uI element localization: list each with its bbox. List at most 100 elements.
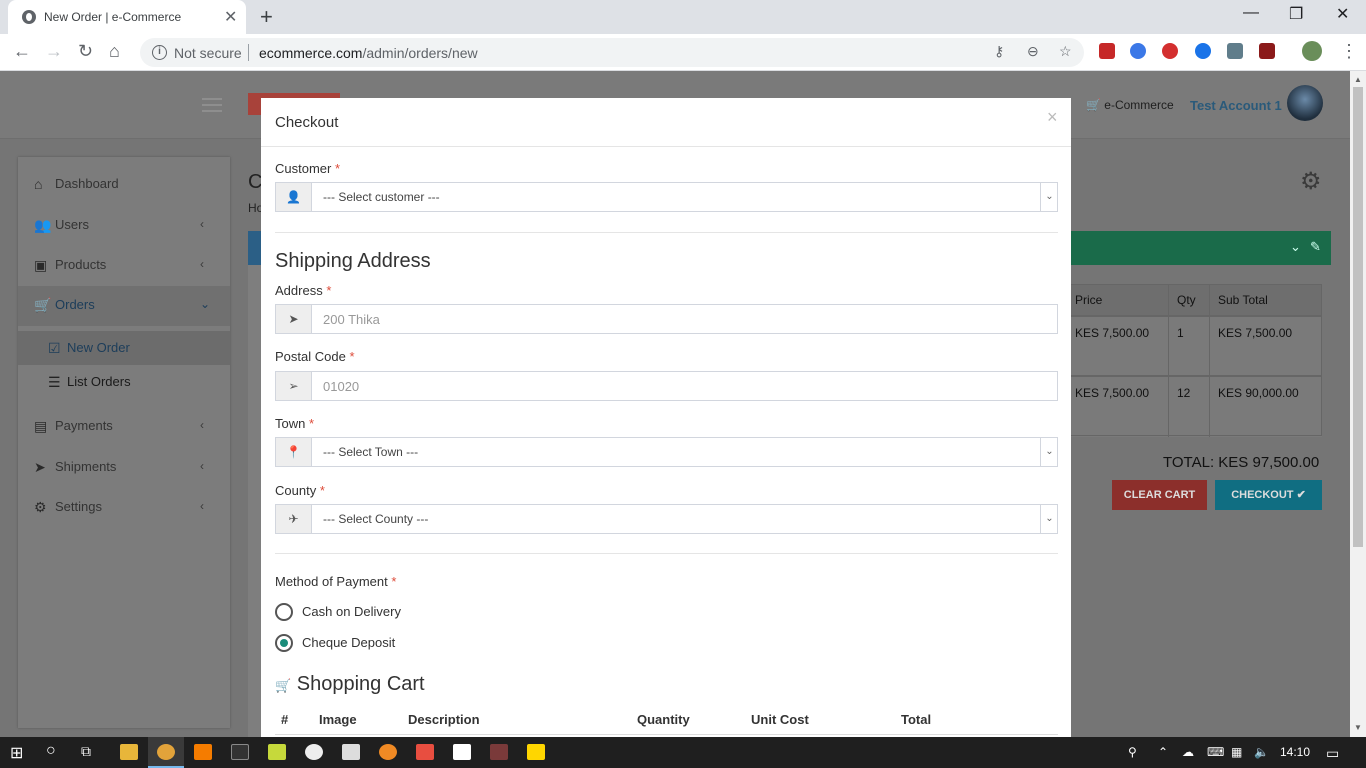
people-icon[interactable]: ⚲ xyxy=(1128,745,1137,759)
sidebar-item-settings[interactable]: ⚙ Settings ‹ xyxy=(18,488,230,528)
gear-icon[interactable]: ⚙ xyxy=(1300,167,1322,196)
payment-method-label: Method of Payment * xyxy=(275,574,396,589)
column-header-image: Image xyxy=(319,712,357,727)
extension-icon-2[interactable] xyxy=(1130,43,1146,59)
forward-icon[interactable]: → xyxy=(45,41,63,62)
reload-icon[interactable]: ↻ xyxy=(78,41,93,62)
sidebar-item-shipments[interactable]: ➤ Shipments ‹ xyxy=(18,448,230,488)
home-icon[interactable]: ⌂ xyxy=(109,41,120,62)
list-icon: ☰ xyxy=(48,374,61,390)
customer-label-text: Customer xyxy=(275,161,332,176)
customer-select-value: --- Select customer --- xyxy=(323,190,440,204)
town-select-value: --- Select Town --- xyxy=(323,445,419,459)
input-method-icon[interactable]: ⌨ xyxy=(1207,745,1224,759)
extension-icon-3[interactable] xyxy=(1162,43,1178,59)
chrome-icon[interactable] xyxy=(157,744,175,760)
cart-total: TOTAL: KES 97,500.00 xyxy=(1163,454,1320,471)
sidebar-item-label: Dashboard xyxy=(55,176,119,191)
cell-qty: 1 xyxy=(1177,326,1184,340)
cash-on-delivery-label[interactable]: Cash on Delivery xyxy=(302,604,401,619)
header-cart-link[interactable]: 🛒 e-Commerce xyxy=(1086,98,1174,112)
volume-icon[interactable]: 🔈 xyxy=(1254,745,1269,759)
avatar[interactable] xyxy=(1287,85,1323,121)
address-bar[interactable]: i Not secure ecommerce.com/admin/orders/… xyxy=(140,38,1084,67)
modal-close-button[interactable]: × xyxy=(1047,107,1058,128)
customer-select[interactable]: 👤 --- Select customer --- ⌄ xyxy=(275,182,1058,212)
sidebar-item-products[interactable]: ▣ Products ‹ xyxy=(18,246,230,286)
pdf-icon[interactable] xyxy=(1259,43,1275,59)
cell-subtotal: KES 90,000.00 xyxy=(1218,386,1299,400)
payment-method-label-text: Method of Payment xyxy=(275,574,388,589)
bookmark-star-icon[interactable]: ☆ xyxy=(1059,43,1072,60)
home-icon: ⌂ xyxy=(34,176,43,192)
extension-icon-4[interactable] xyxy=(1195,43,1211,59)
notifications-icon[interactable]: ▭ xyxy=(1326,745,1339,762)
required-mark: * xyxy=(326,283,332,298)
close-tab-icon[interactable]: ✕ xyxy=(224,7,237,27)
postal-code-field[interactable]: ➢ 01020 xyxy=(275,371,1058,401)
search-icon[interactable]: ○ xyxy=(46,742,56,760)
file-explorer-icon[interactable] xyxy=(120,744,138,760)
sidebar-item-users[interactable]: 👥 Users ‹ xyxy=(18,206,230,246)
extension-icon-1[interactable] xyxy=(1099,43,1115,59)
sidebar-item-orders[interactable]: 🛒 Orders ⌄ xyxy=(18,286,230,326)
header-cart-label: e-Commerce xyxy=(1104,98,1174,112)
eyedropper-icon[interactable] xyxy=(1227,43,1243,59)
zoom-icon[interactable]: ⊖ xyxy=(1027,43,1039,60)
sidebar-item-payments[interactable]: ▤ Payments ‹ xyxy=(18,407,230,447)
postal-code-placeholder: 01020 xyxy=(323,379,360,394)
column-header-price: Price xyxy=(1075,293,1103,307)
clock[interactable]: 14:10 xyxy=(1280,745,1310,759)
onedrive-icon[interactable]: ☁ xyxy=(1182,745,1194,759)
chevron-down-icon: ⌄ xyxy=(1040,505,1058,533)
clear-cart-button[interactable]: CLEAR CART xyxy=(1112,480,1207,510)
key-icon[interactable]: ⚷ xyxy=(994,43,1004,60)
hamburger-icon[interactable] xyxy=(202,98,222,112)
town-select[interactable]: 📍 --- Select Town --- ⌄ xyxy=(275,437,1058,467)
sidebar-item-label: Orders xyxy=(55,297,95,312)
search-app-icon[interactable] xyxy=(379,744,397,760)
network-icon[interactable]: ▦ xyxy=(1231,745,1242,759)
browser-tab[interactable]: New Order | e-Commerce ✕ xyxy=(8,0,246,34)
terminal-icon[interactable] xyxy=(231,744,249,760)
sidebar-item-dashboard[interactable]: ⌂ Dashboard xyxy=(18,165,230,205)
mail-icon[interactable] xyxy=(342,744,360,760)
sidebar-subitem-list-orders[interactable]: ☰ List Orders xyxy=(18,365,230,399)
cheque-deposit-radio[interactable] xyxy=(275,634,293,652)
window-close-icon[interactable]: ✕ xyxy=(1336,4,1349,24)
checkout-button[interactable]: CHECKOUT ✔ xyxy=(1215,480,1322,510)
page-scrollbar[interactable]: ▲ ▼ xyxy=(1350,71,1366,737)
address-placeholder: 200 Thika xyxy=(323,312,380,327)
chevron-down-icon[interactable]: ⌄ xyxy=(1290,239,1301,255)
menu-icon[interactable]: ⋮ xyxy=(1340,41,1358,62)
scroll-up-icon[interactable]: ▲ xyxy=(1354,75,1362,84)
new-tab-button[interactable]: + xyxy=(260,4,273,30)
media-player-icon[interactable] xyxy=(268,744,286,760)
modal-title: Checkout xyxy=(275,114,339,131)
app-icon-circle[interactable] xyxy=(305,744,323,760)
store-icon[interactable] xyxy=(453,744,471,760)
scrollbar-thumb[interactable] xyxy=(1353,87,1363,547)
scroll-down-icon[interactable]: ▼ xyxy=(1354,723,1362,732)
wrench-icon[interactable]: ✎ xyxy=(1310,239,1321,255)
task-view-icon[interactable]: ⧉ xyxy=(81,743,91,760)
app-icon[interactable] xyxy=(490,744,508,760)
sidebar-subitem-new-order[interactable]: ☑ New Order xyxy=(18,331,230,365)
restore-icon[interactable]: ❐ xyxy=(1289,4,1303,24)
back-icon[interactable]: ← xyxy=(13,41,31,62)
account-name[interactable]: Test Account 1 xyxy=(1190,98,1282,113)
county-select[interactable]: ✈ --- Select County --- ⌄ xyxy=(275,504,1058,534)
url-text[interactable]: ecommerce.com/admin/orders/new xyxy=(259,45,478,61)
sticky-notes-icon[interactable] xyxy=(527,744,545,760)
git-icon[interactable] xyxy=(416,744,434,760)
cash-on-delivery-radio[interactable] xyxy=(275,603,293,621)
minimize-icon[interactable]: — xyxy=(1243,4,1259,22)
chevron-up-icon[interactable]: ⌃ xyxy=(1158,745,1168,759)
address-field[interactable]: ➤ 200 Thika xyxy=(275,304,1058,334)
cheque-deposit-label[interactable]: Cheque Deposit xyxy=(302,635,395,650)
profile-avatar[interactable] xyxy=(1302,41,1322,61)
required-mark: * xyxy=(308,416,315,431)
windows-start-icon[interactable]: ⊞ xyxy=(10,743,23,763)
info-icon[interactable]: i xyxy=(152,45,167,60)
sublime-icon[interactable] xyxy=(194,744,212,760)
